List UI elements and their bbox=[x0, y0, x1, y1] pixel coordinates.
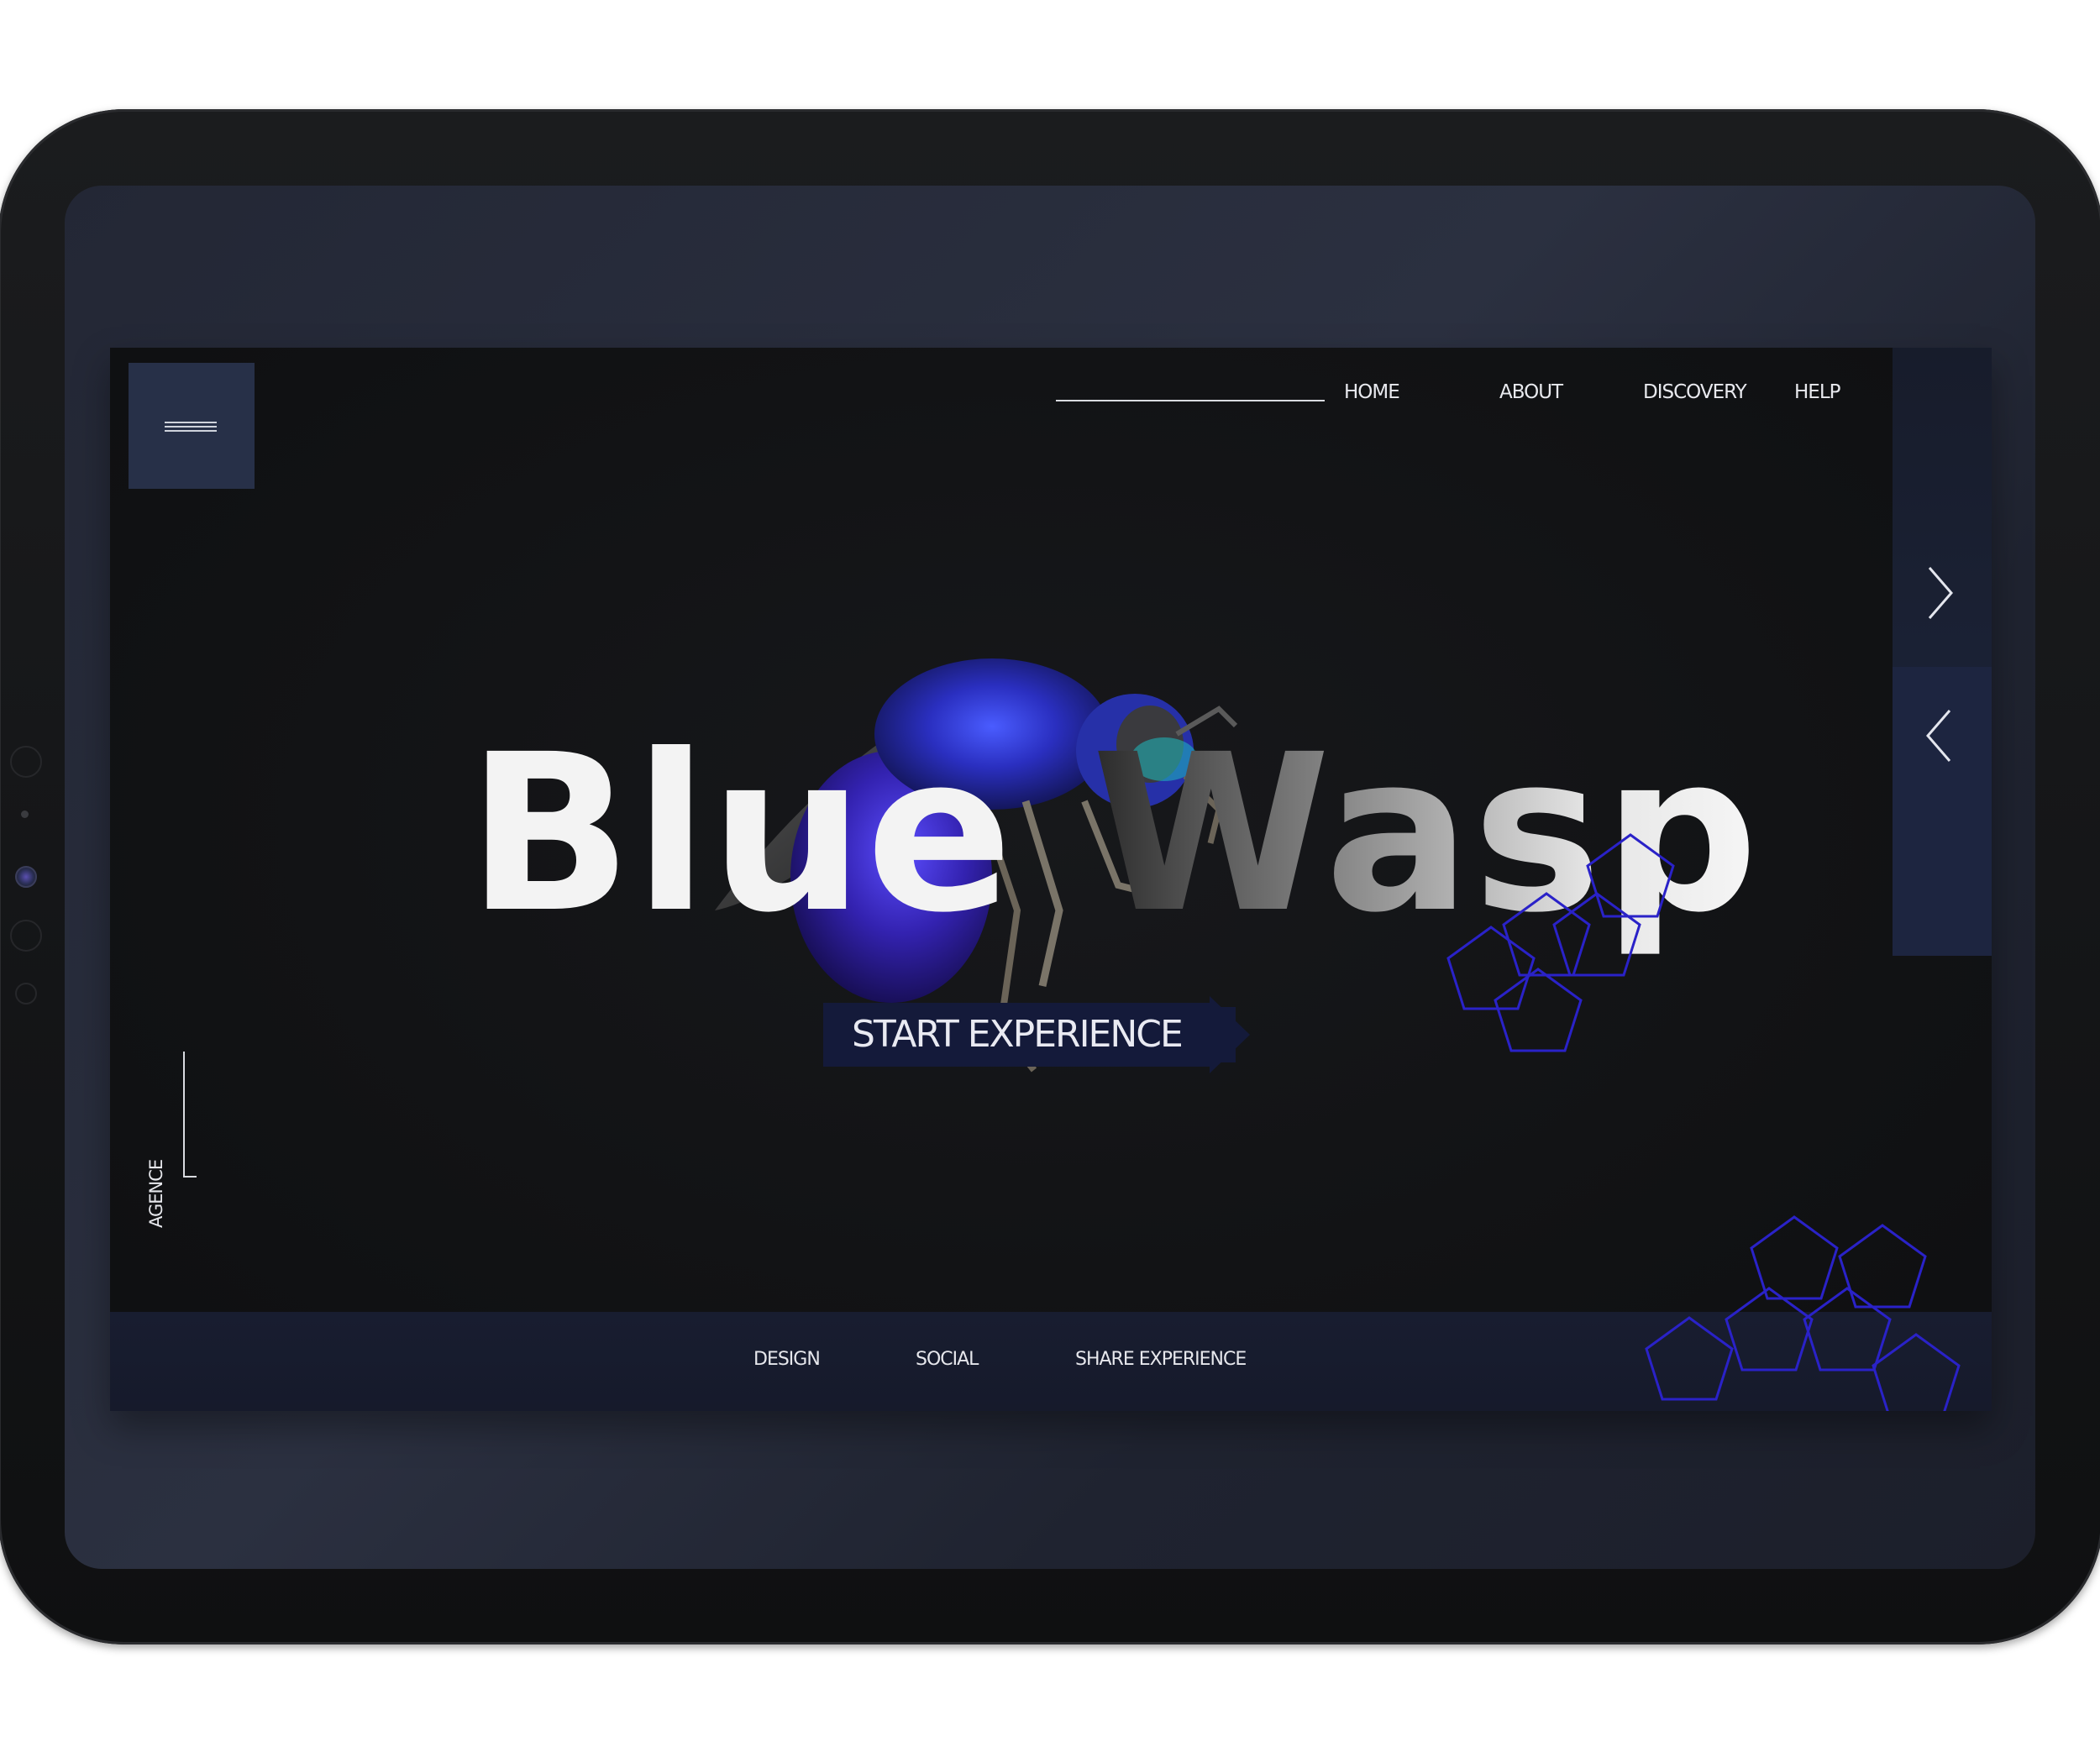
footer-social[interactable]: SOCIAL bbox=[916, 1349, 979, 1370]
menu-line-icon bbox=[165, 426, 217, 428]
footer-design[interactable]: DESIGN bbox=[753, 1349, 821, 1370]
sensor-ring-icon bbox=[10, 920, 42, 952]
pentagon-shape bbox=[1494, 968, 1583, 1052]
website-canvas: HOME ABOUT DISCOVERY HELP Blue Wasp STAR… bbox=[110, 348, 1992, 1411]
hero-title-word-wasp: Wasp bbox=[1091, 708, 1761, 960]
hero-title-word-blue: Blue bbox=[467, 708, 1015, 960]
front-camera-icon bbox=[15, 866, 37, 888]
agence-divider-tick bbox=[185, 1176, 197, 1178]
pentagon-shape bbox=[1750, 1215, 1839, 1300]
chevron-right-icon[interactable] bbox=[1914, 559, 1965, 627]
nav-home[interactable]: HOME bbox=[1344, 381, 1400, 403]
nav-divider-line bbox=[1056, 400, 1325, 401]
hamburger-menu-button[interactable] bbox=[129, 363, 255, 489]
nav-about[interactable]: ABOUT bbox=[1499, 381, 1563, 403]
page: HOME ABOUT DISCOVERY HELP Blue Wasp STAR… bbox=[0, 0, 2100, 1752]
bottom-bar bbox=[110, 1312, 1992, 1411]
menu-line-icon bbox=[165, 422, 217, 423]
sensor-ring-small-icon bbox=[15, 983, 37, 1005]
start-experience-label: START EXPERIENCE bbox=[852, 1013, 1184, 1056]
footer-share-experience[interactable]: SHARE EXPERIENCE bbox=[1075, 1349, 1247, 1370]
chevron-left-icon[interactable] bbox=[1914, 702, 1965, 769]
sensor-dot-icon bbox=[21, 810, 29, 818]
side-rail bbox=[1893, 348, 1992, 956]
agence-label: AGENCE bbox=[146, 1159, 166, 1228]
cta-arrow-icon bbox=[1210, 996, 1250, 1073]
nav-discovery[interactable]: DISCOVERY bbox=[1643, 381, 1747, 403]
agence-divider-line bbox=[183, 1052, 185, 1178]
menu-line-icon bbox=[165, 430, 217, 432]
pentagon-shape bbox=[1838, 1224, 1927, 1309]
hero-title: Blue Wasp bbox=[467, 726, 1760, 942]
start-experience-button[interactable]: START EXPERIENCE bbox=[823, 1003, 1210, 1067]
camera-ring-icon bbox=[10, 746, 42, 778]
nav-help[interactable]: HELP bbox=[1794, 381, 1841, 403]
